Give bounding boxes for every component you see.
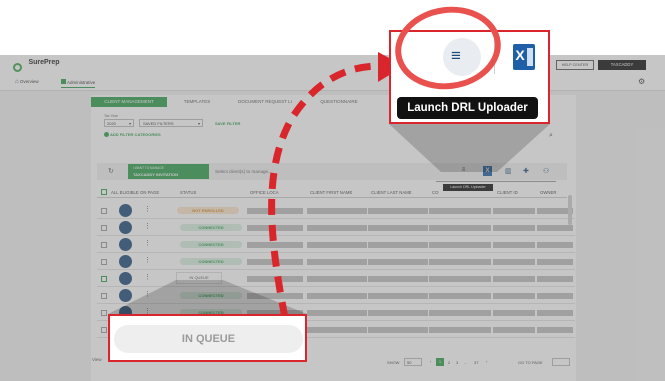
annotation-highlight-circle	[395, 6, 501, 90]
in-queue-status-zoomed: IN QUEUE	[114, 325, 303, 353]
zoom-callout-bottom: IN QUEUE	[108, 314, 307, 362]
annotation-circle-layer	[395, 6, 501, 90]
